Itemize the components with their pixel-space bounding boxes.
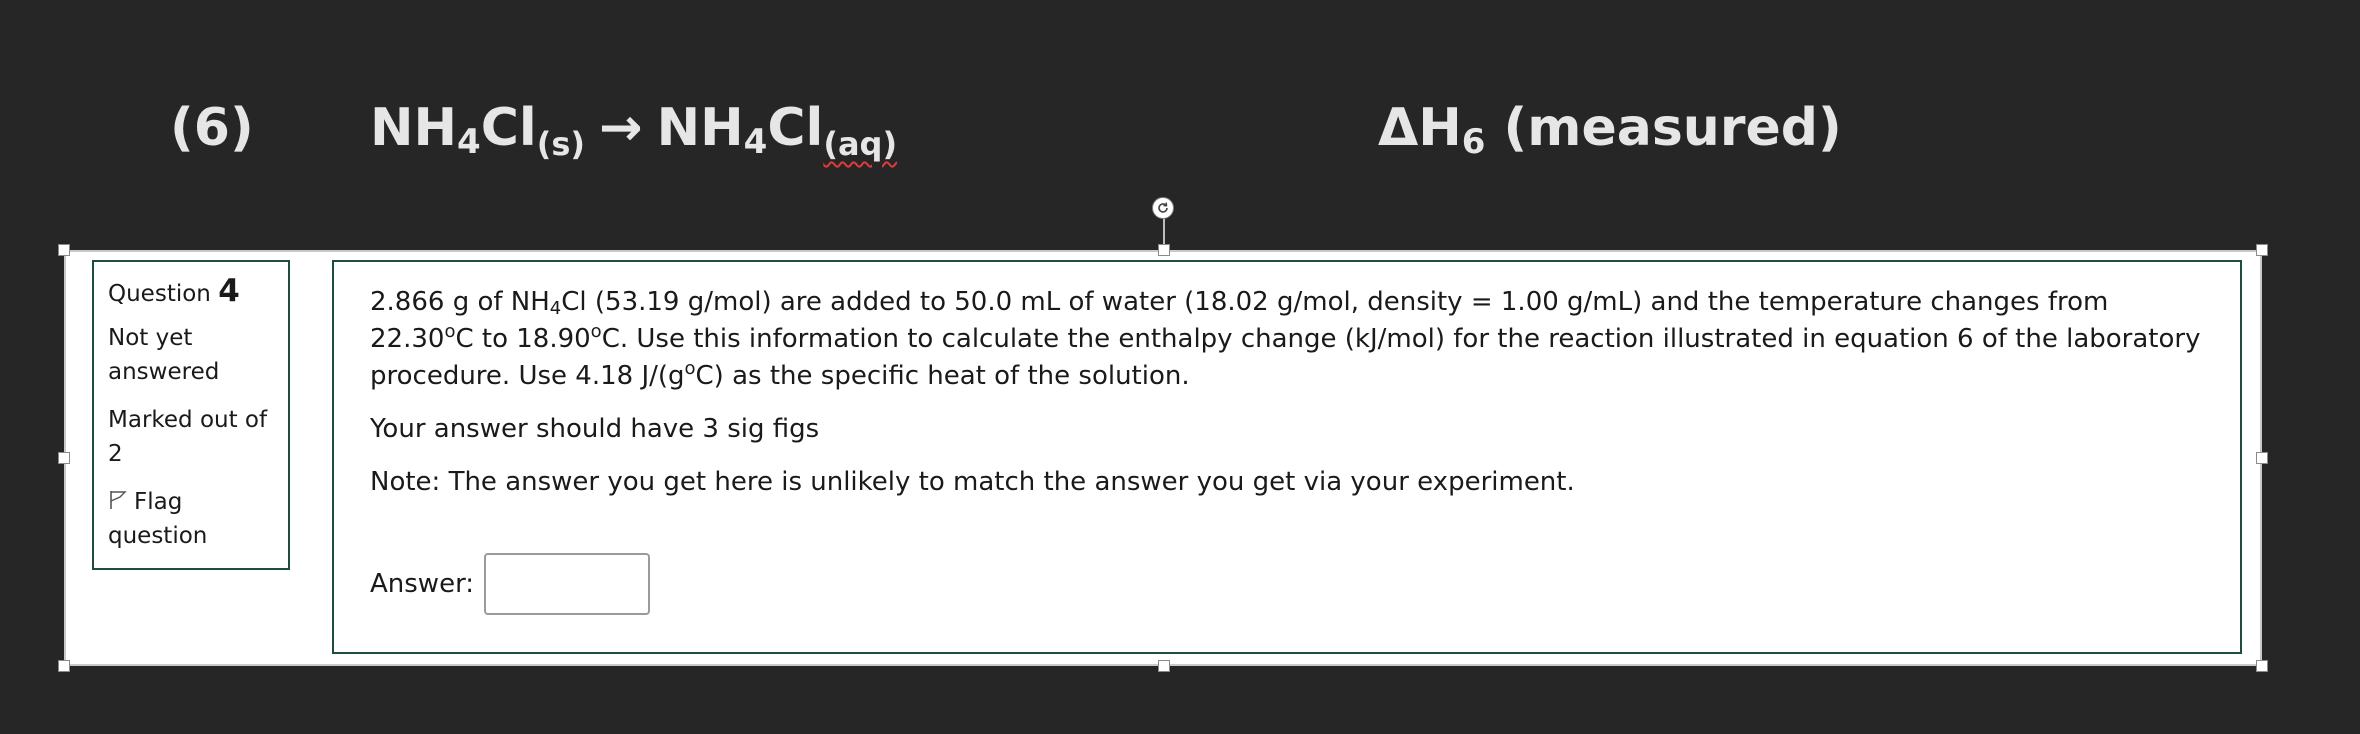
resize-handle-bottom-left[interactable]	[58, 660, 70, 672]
resize-handle-top-left[interactable]	[58, 244, 70, 256]
enthalpy-label: ΔH6 (measured)	[1378, 98, 1842, 162]
rotate-handle[interactable]	[1152, 197, 1174, 219]
equation-row: (6) NH4Cl(s) → NH4Cl(aq) ΔH6 (measured)	[0, 88, 2360, 168]
product-formula: NH4Cl(aq)	[656, 98, 898, 163]
resize-handle-right[interactable]	[2256, 452, 2268, 464]
rotate-icon	[1158, 202, 1168, 213]
resize-handle-top[interactable]	[1158, 244, 1170, 256]
resize-handle-left[interactable]	[58, 452, 70, 464]
resize-handle-top-right[interactable]	[2256, 244, 2268, 256]
spellcheck-underline: (aq)	[823, 125, 898, 163]
resize-handle-bottom-right[interactable]	[2256, 660, 2268, 672]
reaction-arrow: →	[599, 98, 643, 158]
resize-handle-bottom[interactable]	[1158, 660, 1170, 672]
image-selection-frame	[64, 250, 2262, 666]
reaction-equation: NH4Cl(s) → NH4Cl(aq)	[370, 88, 897, 184]
equation-number: (6)	[170, 98, 254, 158]
reactant-formula: NH4Cl(s)	[370, 98, 586, 163]
